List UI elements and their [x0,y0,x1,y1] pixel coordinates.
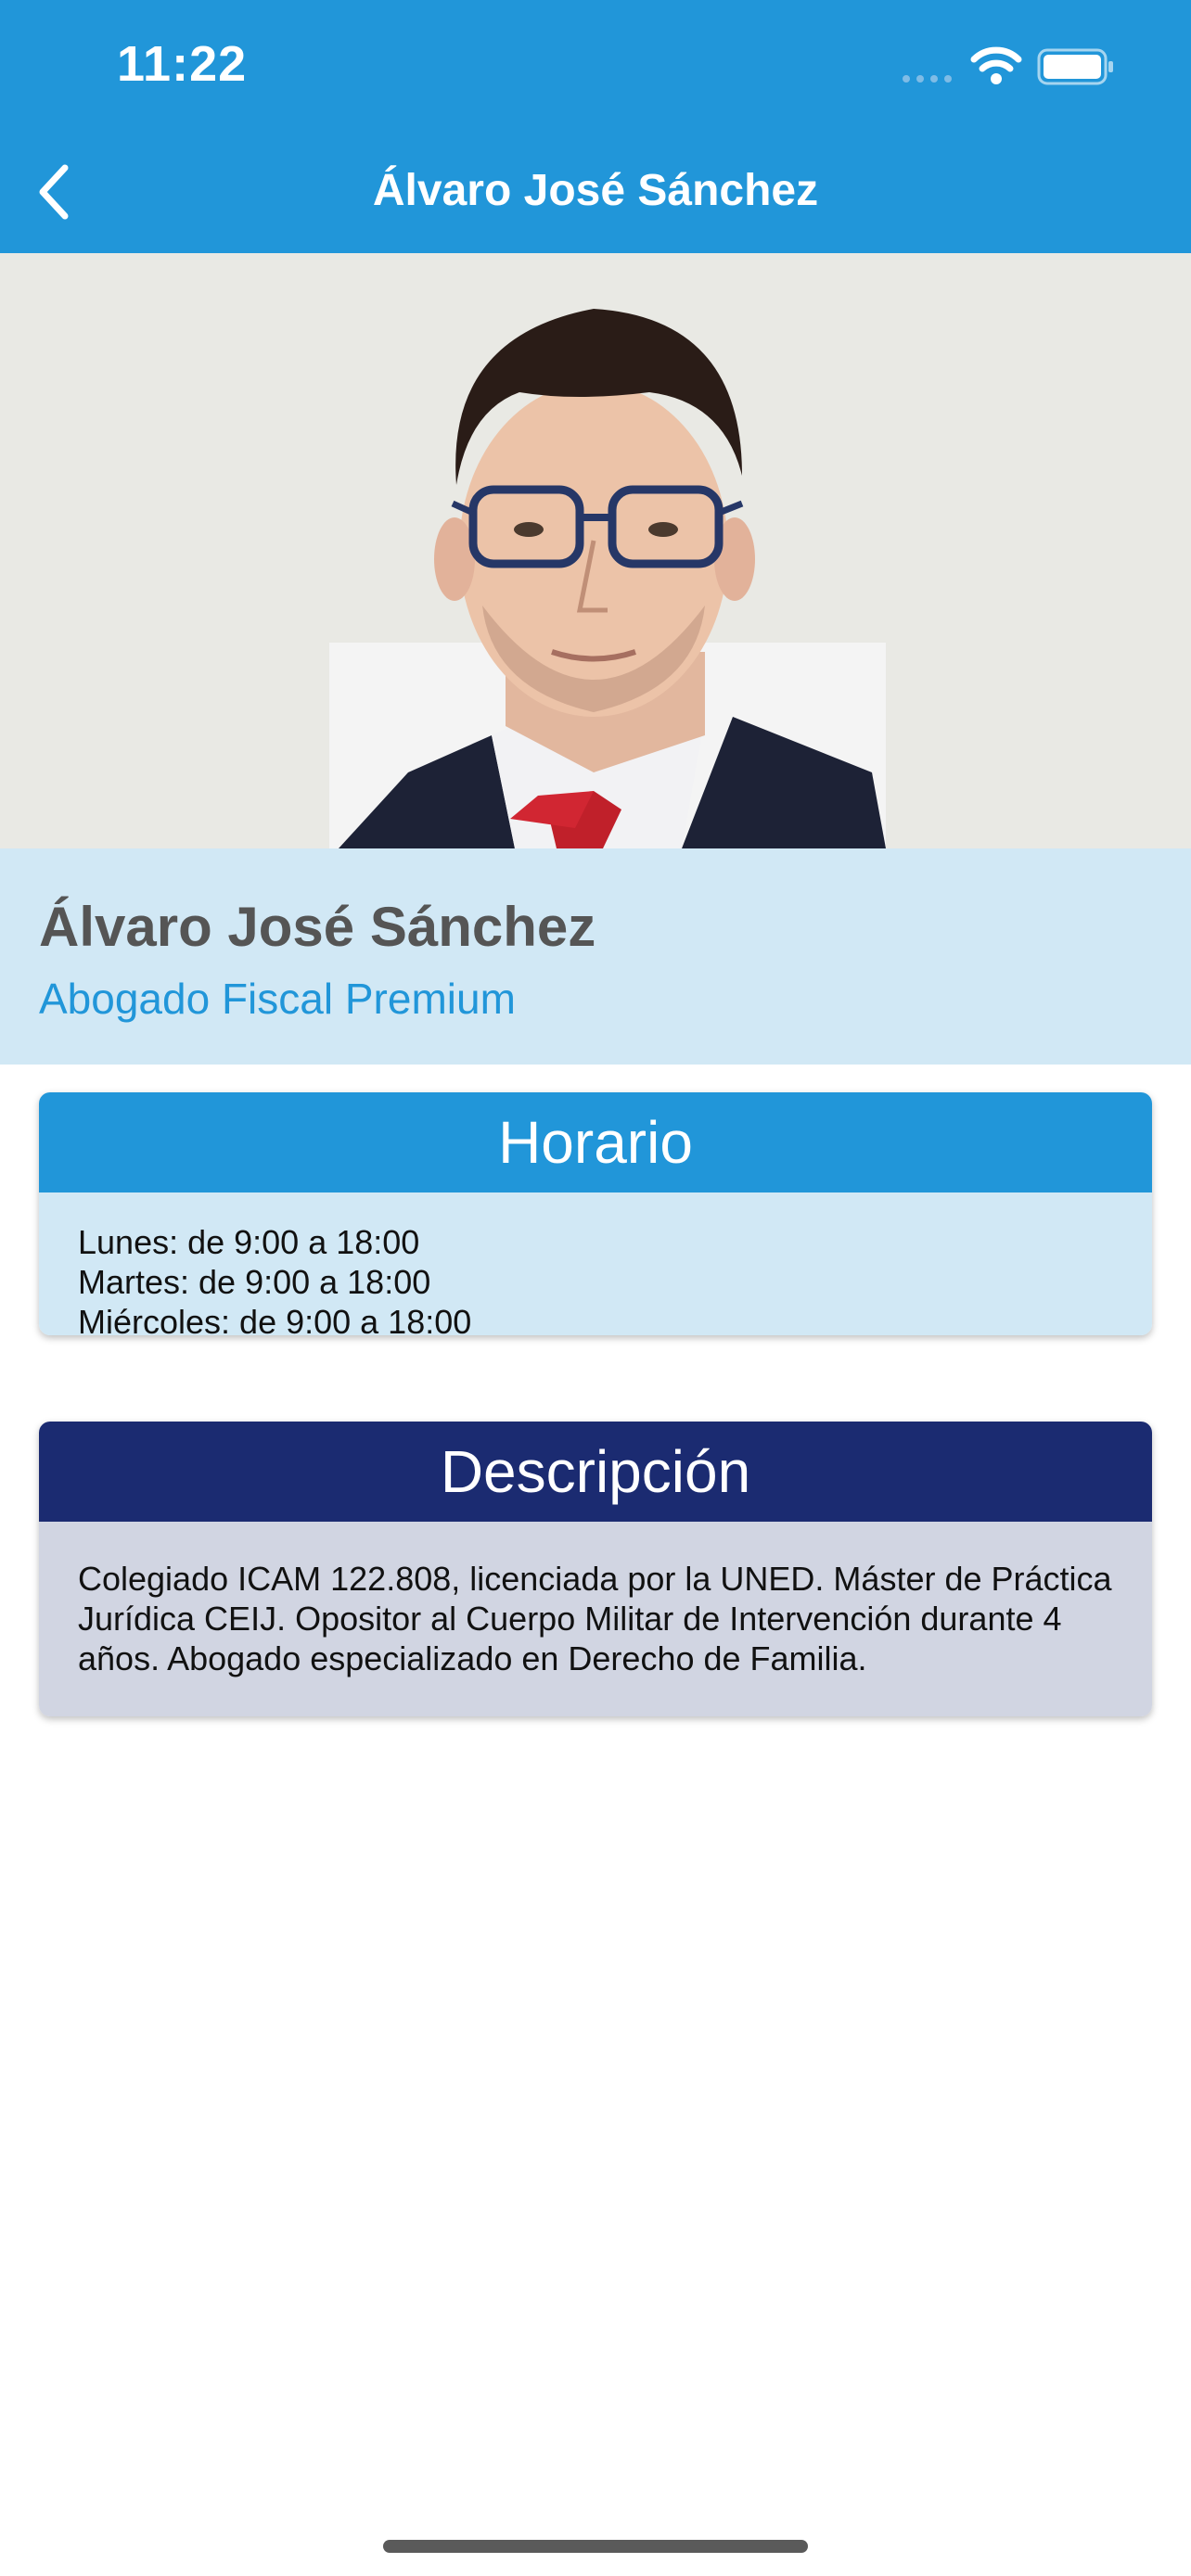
profile-photo [0,253,1191,848]
battery-icon [1037,48,1113,85]
signal-icon [903,75,952,83]
schedule-card: Horario Lunes: de 9:00 a 18:00 Martes: d… [39,1092,1152,1335]
schedule-line-wednesday: Miércoles: de 9:00 a 18:00 [78,1303,472,1335]
description-text: Colegiado ICAM 122.808, licenciada por l… [39,1522,1152,1716]
page-title: Álvaro José Sánchez [372,166,819,215]
description-card: Descripción Colegiado ICAM 122.808, lice… [39,1422,1152,1716]
schedule-title: Horario [39,1092,1152,1192]
profile-subtitle: Abogado Fiscal Premium [39,975,516,1023]
wifi-icon [970,46,1022,84]
schedule-line-monday: Lunes: de 9:00 a 18:00 [78,1223,420,1261]
home-indicator[interactable] [383,2540,808,2553]
lawyer-portrait [0,253,1191,848]
schedule-body: Lunes: de 9:00 a 18:00 Martes: de 9:00 a… [39,1192,1152,1335]
profile-name: Álvaro José Sánchez [39,896,596,958]
status-time: 11:22 [117,36,248,92]
description-title: Descripción [39,1422,1152,1522]
app-header: 11:22 Álvaro José Sánchez [0,0,1191,253]
profile-header: Álvaro José Sánchez Abogado Fiscal Premi… [0,848,1191,1065]
schedule-line-tuesday: Martes: de 9:00 a 18:00 [78,1263,431,1301]
